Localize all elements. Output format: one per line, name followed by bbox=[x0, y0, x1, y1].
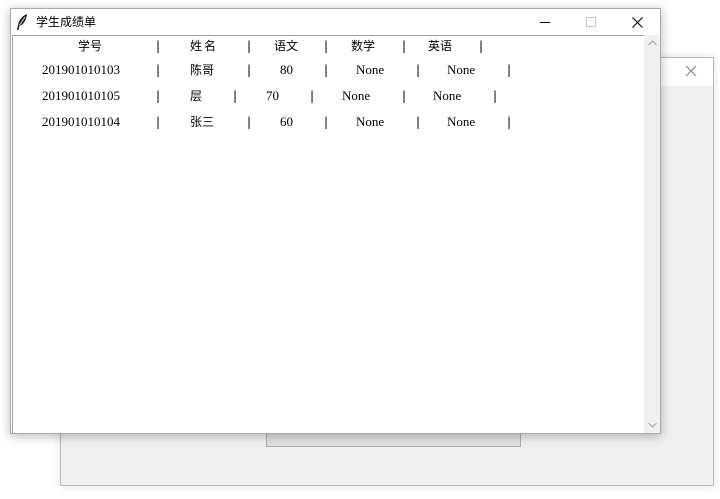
separator: | bbox=[247, 39, 252, 53]
separator: | bbox=[247, 63, 252, 77]
cell-student-id: 201901010105 bbox=[42, 88, 120, 103]
separator: | bbox=[156, 89, 161, 103]
separator: | bbox=[324, 115, 329, 129]
cell-math: None bbox=[342, 88, 371, 103]
header-math: 数学 bbox=[351, 39, 376, 53]
header-student-id: 学号 bbox=[78, 39, 103, 53]
close-icon bbox=[631, 16, 643, 28]
minimize-icon bbox=[540, 22, 550, 23]
cell-name: 层 bbox=[190, 89, 203, 103]
scroll-up-button[interactable] bbox=[644, 35, 660, 51]
separator: | bbox=[416, 115, 421, 129]
separator: | bbox=[310, 89, 315, 103]
student-grades-window: 学生成绩单 学号 | 姓名 | 语文 | 数学 | 英语 | 201901010… bbox=[10, 8, 661, 434]
chevron-up-icon bbox=[647, 40, 657, 46]
close-button[interactable] bbox=[614, 9, 660, 35]
separator: | bbox=[416, 63, 421, 77]
close-icon[interactable] bbox=[683, 64, 699, 80]
window-title: 学生成绩单 bbox=[36, 15, 97, 29]
header-chinese: 语文 bbox=[274, 39, 299, 53]
maximize-icon bbox=[586, 17, 596, 27]
maximize-button[interactable] bbox=[568, 9, 614, 35]
header-english: 英语 bbox=[428, 39, 453, 53]
header-name: 姓名 bbox=[190, 39, 219, 53]
feather-icon bbox=[15, 13, 29, 31]
separator: | bbox=[402, 39, 407, 53]
separator: | bbox=[324, 39, 329, 53]
separator: | bbox=[402, 89, 407, 103]
grades-text-area[interactable]: 学号 | 姓名 | 语文 | 数学 | 英语 | 201901010103 | … bbox=[12, 35, 645, 433]
cell-english: None bbox=[447, 62, 476, 77]
separator: | bbox=[507, 63, 512, 77]
separator: | bbox=[156, 39, 161, 53]
cell-name: 陈哥 bbox=[190, 63, 215, 77]
cell-chinese: 80 bbox=[280, 62, 293, 77]
cell-name: 张三 bbox=[190, 115, 215, 129]
cell-chinese: 70 bbox=[266, 88, 279, 103]
cell-student-id: 201901010103 bbox=[42, 62, 120, 77]
cell-math: None bbox=[356, 114, 385, 129]
separator: | bbox=[493, 89, 498, 103]
separator: | bbox=[156, 63, 161, 77]
vertical-scrollbar[interactable] bbox=[644, 35, 660, 433]
cell-english: None bbox=[447, 114, 476, 129]
separator: | bbox=[479, 39, 484, 53]
titlebar[interactable]: 学生成绩单 bbox=[11, 9, 660, 35]
minimize-button[interactable] bbox=[522, 9, 568, 35]
close-icon-shape bbox=[685, 65, 697, 77]
cell-english: None bbox=[433, 88, 462, 103]
cell-chinese: 60 bbox=[280, 114, 293, 129]
separator: | bbox=[233, 89, 238, 103]
separator: | bbox=[324, 63, 329, 77]
separator: | bbox=[507, 115, 512, 129]
chevron-down-icon bbox=[647, 422, 657, 428]
separator: | bbox=[156, 115, 161, 129]
scroll-down-button[interactable] bbox=[644, 417, 660, 433]
separator: | bbox=[247, 115, 252, 129]
cell-student-id: 201901010104 bbox=[42, 114, 120, 129]
cell-math: None bbox=[356, 62, 385, 77]
